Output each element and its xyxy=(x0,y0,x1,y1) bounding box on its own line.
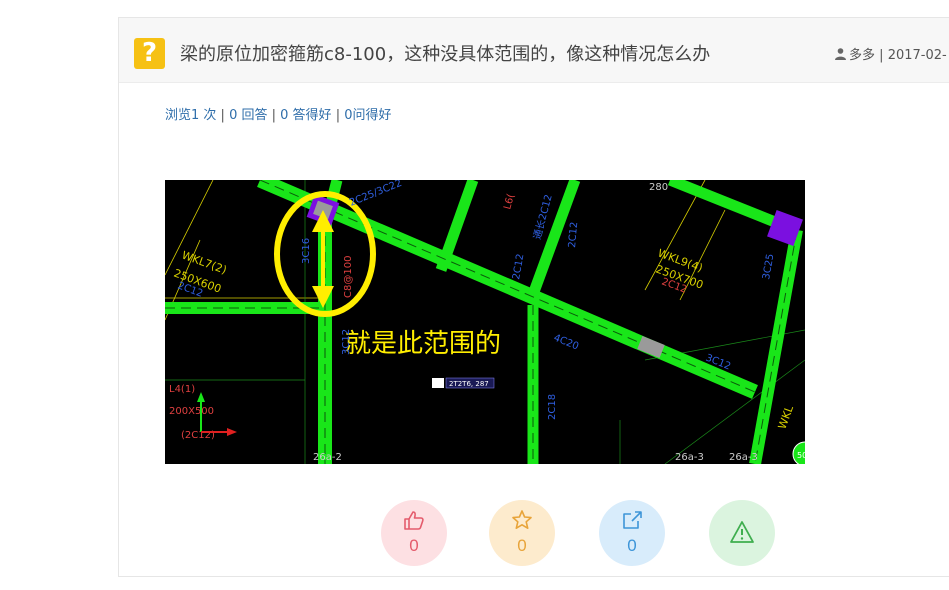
share-button[interactable]: 0 xyxy=(599,500,665,566)
question-card: ? 梁的原位加密箍筋c8-100，这种没具体范围的，像这种情况怎么办 多多 | … xyxy=(118,17,949,577)
stats-separator: | xyxy=(335,108,341,123)
thumbs-up-icon xyxy=(404,511,424,530)
label-2c12-mid2: 2C12 xyxy=(511,253,526,281)
share-icon xyxy=(623,511,642,529)
answers-count[interactable]: 0 回答 xyxy=(229,108,267,123)
question-stats: 浏览1 次 | 0 回答 | 0 答得好 | 0问得好 xyxy=(165,104,392,123)
warning-icon xyxy=(730,521,754,543)
good-questions-count[interactable]: 0问得好 xyxy=(344,108,391,123)
stats-separator: | xyxy=(271,108,277,123)
label-wkl-right: WKL xyxy=(776,403,797,431)
label-4c20: 4C20 xyxy=(552,333,580,353)
action-buttons: 0 0 0 xyxy=(381,500,781,590)
share-count: 0 xyxy=(627,536,637,555)
cad-drawing: 就是此范围的 WKL7(2) 250X600 WKL9(4) 250X700 W… xyxy=(165,180,805,464)
question-title: 梁的原位加密箍筋c8-100，这种没具体范围的，像这种情况怎么办 xyxy=(180,44,711,65)
axis-label-26a-2: 26a-2 xyxy=(313,452,342,463)
like-button[interactable]: 0 xyxy=(381,500,447,566)
label-280: 280 xyxy=(649,182,668,193)
cad-drawing-image: 就是此范围的 WKL7(2) 250X600 WKL9(4) 250X700 W… xyxy=(165,180,805,464)
dimension-tag: 2T2T6, 287 xyxy=(449,380,489,388)
views-count[interactable]: 浏览1 次 xyxy=(165,108,216,123)
label-c8-100: C8@100 xyxy=(343,256,354,298)
label-3c16: 3C16 xyxy=(301,238,312,264)
question-meta: 多多 | 2017-02- xyxy=(835,44,947,63)
question-mark-icon: ? xyxy=(134,38,165,69)
label-l6: L6( xyxy=(502,193,517,211)
axis-label-26a-3b: 26a-3 xyxy=(729,452,758,463)
favorite-button[interactable]: 0 xyxy=(489,500,555,566)
label-2c12-mid: 2C12 xyxy=(567,221,580,248)
like-count: 0 xyxy=(409,536,419,555)
drawing-annotation: 就是此范围的 xyxy=(345,329,501,359)
star-icon xyxy=(512,510,532,529)
user-icon xyxy=(835,48,846,60)
label-l4-size: 200X500 xyxy=(169,406,214,417)
axis-label-26a-3: 26a-3 xyxy=(675,452,704,463)
circle-tag: 50 xyxy=(797,451,805,460)
stats-separator: | xyxy=(220,108,225,123)
label-3c12-left: 3C12 xyxy=(341,329,352,355)
report-button[interactable] xyxy=(709,500,775,566)
meta-separator: | xyxy=(879,48,884,63)
label-2c18: 2C18 xyxy=(547,394,558,420)
label-2c25-3c22: 2C25/3C22 xyxy=(348,180,404,209)
favorite-count: 0 xyxy=(517,536,527,555)
label-3c25: 3C25 xyxy=(761,253,776,281)
good-answers-count[interactable]: 0 答得好 xyxy=(280,108,331,123)
author-name[interactable]: 多多 xyxy=(849,48,875,63)
question-header: ? 梁的原位加密箍筋c8-100，这种没具体范围的，像这种情况怎么办 多多 | … xyxy=(119,18,949,83)
label-l4: L4(1) xyxy=(169,384,195,395)
question-date: 2017-02- xyxy=(887,48,947,63)
